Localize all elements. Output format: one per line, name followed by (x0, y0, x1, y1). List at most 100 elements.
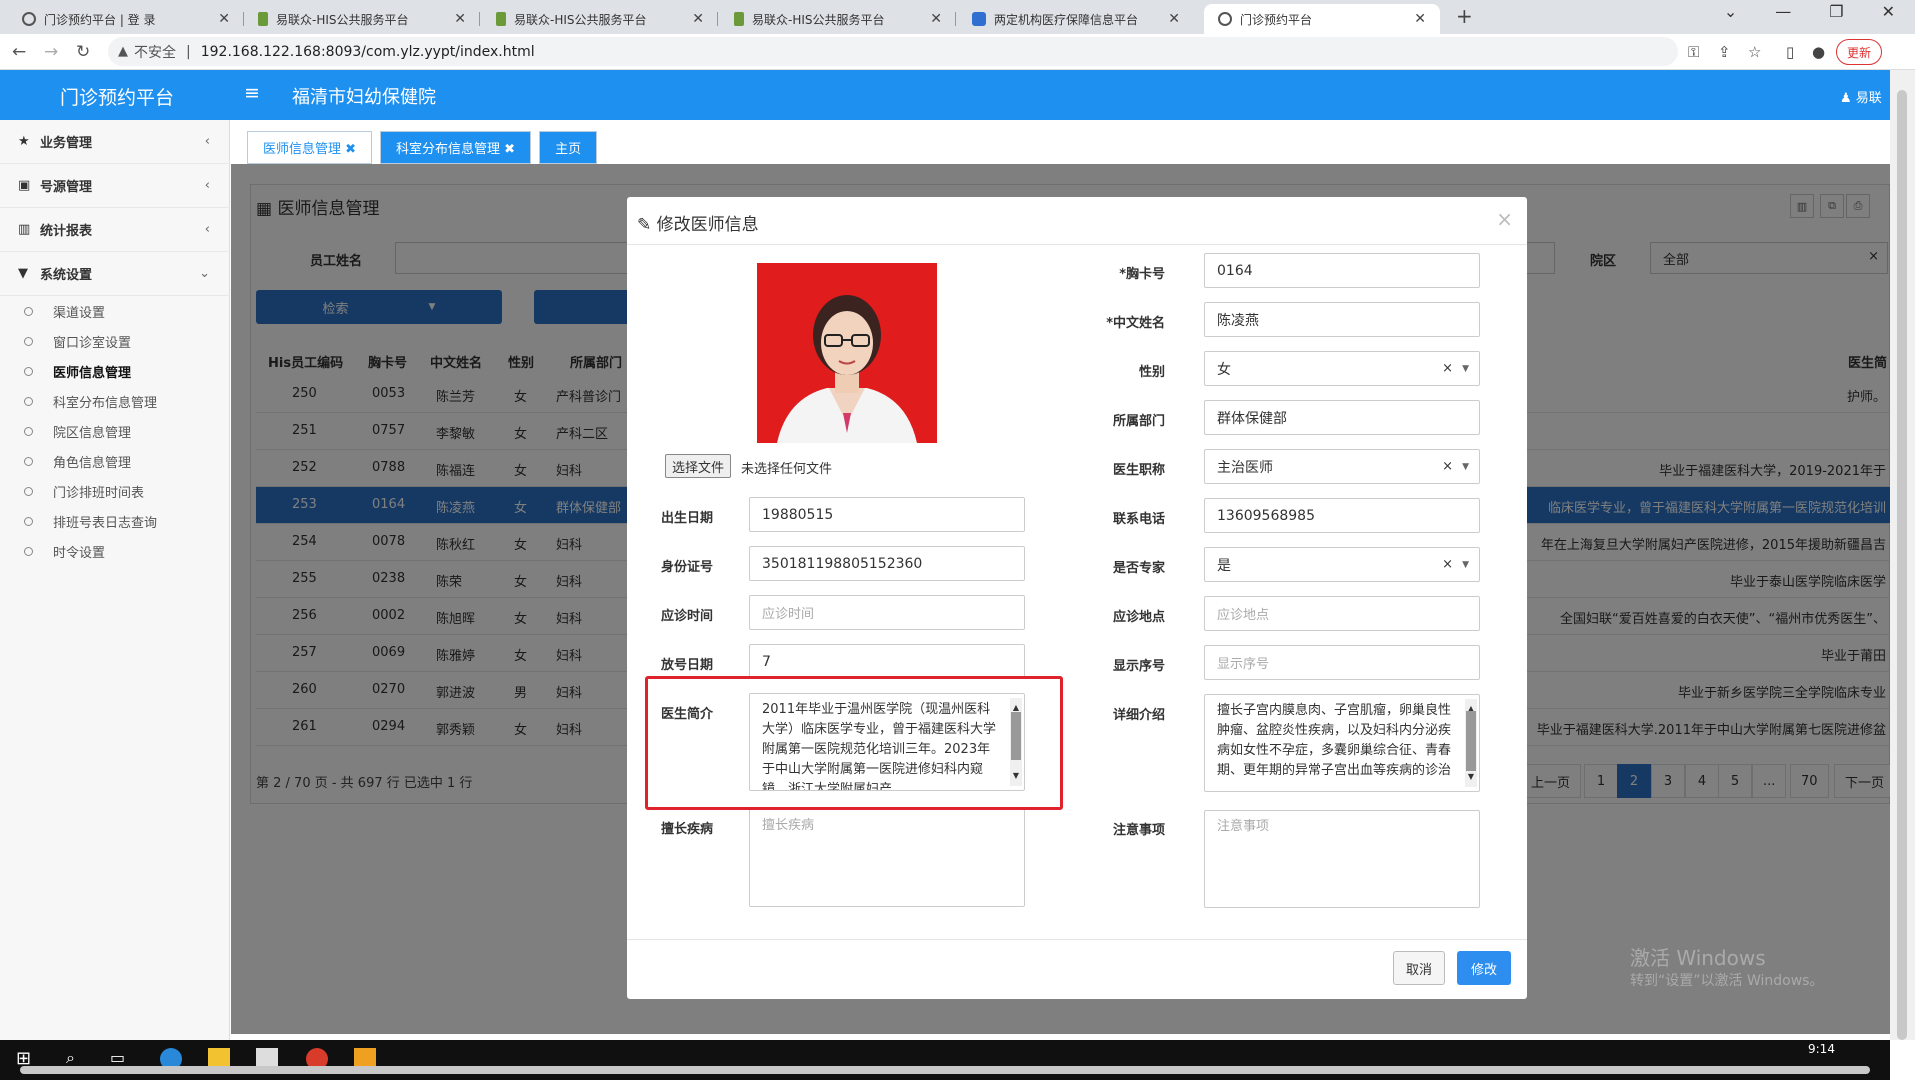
forward-icon[interactable]: → (44, 42, 58, 62)
label-title: 医生职称 (1112, 463, 1165, 478)
sidebar-item-season[interactable]: 时令设置 (24, 536, 105, 566)
sidebar-item-schedule-log[interactable]: 排班号表日志查询 (24, 506, 157, 536)
reload-icon[interactable]: ↻ (76, 42, 90, 62)
chinese-name-input[interactable]: 陈凌燕 (1204, 302, 1480, 337)
new-tab-icon[interactable]: + (1456, 4, 1473, 28)
label-visit-location: 应诊地点 (1112, 610, 1165, 625)
clear-icon[interactable]: × (1442, 459, 1453, 474)
card-no-input[interactable]: 0164 (1204, 253, 1480, 288)
back-icon[interactable]: ← (12, 42, 26, 62)
close-icon[interactable]: ✕ (454, 11, 466, 27)
submit-button[interactable]: 修改 (1457, 951, 1511, 985)
label-gender: 性别 (1138, 365, 1165, 380)
url-field[interactable]: ▲ 不安全 | 192.168.122.168:8093/com.ylz.yyp… (108, 37, 1678, 66)
card-icon: ▣ (18, 178, 31, 193)
close-icon[interactable]: ✕ (930, 11, 942, 27)
tab-dept-distribution[interactable]: 科室分布信息管理 ✖ (380, 131, 532, 164)
label-visit-time: 应诊时间 (660, 609, 713, 624)
windows-watermark-title: 激活 Windows (1630, 946, 1766, 970)
circle-icon (24, 396, 33, 406)
share-icon[interactable]: ⇪ (1718, 43, 1731, 61)
tab-home[interactable]: 主页 (539, 131, 598, 164)
sidebar-item-schedule[interactable]: 门诊排班时间表 (24, 476, 144, 506)
sidebar-group-business[interactable]: ★ 业务管理 ‹ (0, 120, 230, 164)
close-window-icon[interactable]: ✕ (1882, 2, 1895, 21)
doctor-photo (757, 263, 937, 443)
label-notes: 注意事项 (1112, 823, 1165, 838)
close-icon[interactable]: ✕ (692, 11, 704, 27)
sidebar-toggle-icon[interactable]: ▯ (1786, 43, 1794, 61)
tab-doctor-info[interactable]: 医师信息管理 ✖ (247, 131, 373, 164)
browser-tab[interactable]: 两定机构医疗保障信息平台 ✕ (958, 4, 1194, 34)
circle-icon (24, 306, 33, 316)
clear-icon[interactable]: × (1442, 557, 1453, 572)
title-select[interactable]: 主治医师 × ▼ (1204, 449, 1480, 484)
birth-date-input[interactable]: 19880515 (749, 497, 1025, 532)
horizontal-scrollbar[interactable] (20, 1066, 1870, 1074)
dept-input[interactable]: 群体保健部 (1204, 400, 1480, 435)
close-icon[interactable]: ✕ (1168, 11, 1180, 27)
profile-icon[interactable]: ● (1812, 43, 1825, 61)
label-specialty: 擅长疾病 (660, 822, 713, 837)
label-detail: 详细介绍 (1112, 708, 1165, 723)
detail-scrollbar[interactable]: ▲ ▼ (1465, 699, 1477, 787)
detail-textarea[interactable]: 擅长子宫内膜息肉、子宫肌瘤，卵巢良性肿瘤、盆腔炎性疾病，以及妇科内分泌疾病如女性… (1204, 694, 1480, 792)
phone-input[interactable]: 13609568985 (1204, 498, 1480, 533)
sidebar-item-channel[interactable]: 渠道设置 (24, 296, 105, 326)
minimize-icon[interactable]: — (1775, 2, 1791, 21)
his-icon (258, 12, 268, 26)
browser-tab-active[interactable]: 门诊预约平台 ✕ (1204, 4, 1440, 34)
sidebar-item-window-room[interactable]: 窗口诊室设置 (24, 326, 131, 356)
sidebar-item-roles[interactable]: 角色信息管理 (24, 446, 131, 476)
tab-search-icon[interactable]: ⌄ (1724, 2, 1737, 21)
bookmark-star-icon[interactable]: ☆ (1748, 43, 1761, 61)
choose-file-button[interactable]: 选择文件 (665, 454, 732, 478)
display-order-input[interactable]: 显示序号 (1204, 645, 1480, 680)
content-tabs: 医师信息管理 ✖ 科室分布信息管理 ✖ 主页 (247, 131, 598, 164)
edit-icon: ✎ (637, 215, 657, 235)
notes-textarea[interactable]: 注意事项 (1204, 810, 1480, 908)
file-status: 未选择任何文件 (741, 462, 833, 477)
label-birth-date: 出生日期 (660, 511, 713, 526)
menu-toggle-icon[interactable]: ≡ (244, 82, 260, 104)
sidebar-group-settings[interactable]: ▼ 系统设置 ⌄ (0, 252, 230, 296)
user-menu[interactable]: ♟ 易联 (1840, 87, 1882, 106)
chevron-left-icon: ‹ (204, 134, 210, 149)
circle-icon (24, 366, 33, 376)
edit-doctor-modal: ✎ 修改医师信息 × 选择文件 未选择任何文件 出生日期 19880515 身份… (627, 197, 1527, 999)
update-button[interactable]: 更新 (1836, 39, 1883, 65)
caret-down-icon: ▼ (1462, 461, 1469, 472)
sidebar-group-reports[interactable]: ▥ 统计报表 ‹ (0, 208, 230, 252)
caret-down-icon: ▼ (1462, 559, 1469, 570)
browser-tab[interactable]: 易联众-HIS公共服务平台 ✕ (720, 4, 956, 34)
label-release-date: 放号日期 (660, 658, 713, 673)
modal-close-icon[interactable]: × (1496, 207, 1513, 231)
sidebar-group-source[interactable]: ▣ 号源管理 ‹ (0, 164, 230, 208)
close-icon[interactable]: ✕ (218, 11, 230, 27)
highlight-box (645, 676, 1063, 810)
sidebar-item-dept-distribution[interactable]: 科室分布信息管理 (24, 386, 157, 416)
scroll-down-icon[interactable]: ▼ (1465, 767, 1477, 787)
gender-select[interactable]: 女 × ▼ (1204, 351, 1480, 386)
browser-tab[interactable]: 易联众-HIS公共服务平台 ✕ (482, 4, 718, 34)
clear-icon[interactable]: × (1442, 361, 1453, 376)
label-card-no: *胸卡号 (1119, 267, 1165, 282)
clock: 9:14 (1808, 1042, 1835, 1056)
cancel-button[interactable]: 取消 (1393, 951, 1445, 985)
id-card-input[interactable]: 350181198805152360 (749, 546, 1025, 581)
sidebar-item-campus[interactable]: 院区信息管理 (24, 416, 131, 446)
warning-icon: ▲ (118, 44, 128, 59)
expert-select[interactable]: 是 × ▼ (1204, 547, 1480, 582)
specialty-textarea[interactable]: 擅长疾病 (749, 809, 1025, 907)
restore-icon[interactable]: ❐ (1829, 2, 1843, 21)
sidebar-item-doctor-info[interactable]: 医师信息管理 (24, 356, 131, 386)
browser-tab[interactable]: 门诊预约平台 | 登 录 ✕ (8, 4, 244, 34)
label-id-card: 身份证号 (660, 560, 713, 575)
visit-location-input[interactable]: 应诊地点 (1204, 596, 1480, 631)
close-icon[interactable]: ✕ (1414, 11, 1426, 27)
key-icon[interactable]: ⚿ (1688, 43, 1699, 61)
visit-time-input[interactable]: 应诊时间 (749, 595, 1025, 630)
browser-tab[interactable]: 易联众-HIS公共服务平台 ✕ (244, 4, 480, 34)
release-date-input[interactable]: 7 (749, 644, 1025, 679)
page-scrollbar[interactable] (1890, 70, 1915, 1040)
